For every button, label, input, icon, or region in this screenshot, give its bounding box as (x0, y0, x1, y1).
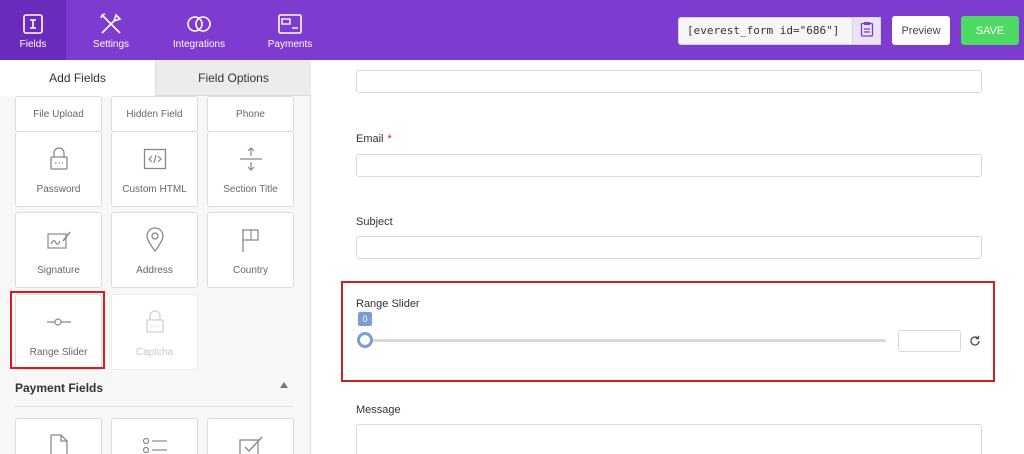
flag-icon (208, 227, 293, 253)
email-field[interactable] (356, 154, 982, 177)
field-captcha[interactable]: Captcha (111, 294, 198, 370)
field-label: File Upload (33, 108, 84, 120)
field-password[interactable]: Password (15, 131, 102, 207)
field-label: Address (136, 265, 173, 276)
field-payment-checkbox[interactable] (207, 418, 294, 454)
code-icon (112, 146, 197, 172)
nav-integrations-label: Integrations (172, 38, 226, 50)
nav-integrations[interactable]: Integrations (162, 0, 236, 60)
shortcode-field[interactable]: [everest_form id="686"] (678, 17, 853, 45)
field-section-title[interactable]: Section Title (207, 131, 294, 207)
rings-icon (184, 11, 214, 37)
field-range-slider[interactable]: Range Slider (15, 294, 102, 370)
range-slider-handle[interactable] (357, 332, 373, 348)
copy-shortcode-button[interactable] (853, 17, 881, 45)
email-label: Email * (356, 133, 392, 145)
range-slider-label: Range Slider (356, 298, 420, 310)
message-field[interactable] (356, 424, 982, 454)
email-label-text: Email (356, 133, 384, 145)
message-label: Message (356, 404, 401, 416)
field-label: Country (232, 265, 268, 276)
field-country[interactable]: Country (207, 212, 294, 288)
field-label: Password (36, 184, 81, 195)
subject-field[interactable] (356, 236, 982, 259)
field-label: Custom HTML (122, 184, 187, 195)
field-label: Range Slider (29, 347, 88, 358)
clipboard-icon (860, 21, 874, 42)
radio-list-icon (112, 433, 197, 454)
field-payment-multiple-choice[interactable] (111, 418, 198, 454)
top-toolbar: Fields Settings Integrations Payments [e… (0, 0, 1024, 60)
fields-icon (18, 11, 48, 37)
field-label: Phone (236, 108, 265, 120)
nav-settings[interactable]: Settings (80, 0, 142, 60)
checkbox-icon (208, 433, 293, 454)
nav-payments-label: Payments (267, 38, 313, 50)
collapse-caret-icon[interactable] (280, 382, 288, 388)
field-label: Hidden Field (126, 108, 183, 120)
nav-settings-label: Settings (92, 38, 130, 50)
subject-label: Subject (356, 216, 393, 228)
save-button[interactable]: SAVE (961, 16, 1019, 45)
lock-icon (16, 146, 101, 172)
payment-fields-heading: Payment Fields (15, 381, 104, 395)
sidebar-tabs: Add Fields Field Options (0, 60, 311, 96)
required-asterisk: * (387, 133, 392, 145)
nav-payments[interactable]: Payments (258, 0, 322, 60)
nav-fields[interactable]: Fields (0, 0, 66, 60)
field-label: Section Title (223, 184, 278, 195)
document-icon (16, 433, 101, 454)
field-label: Captcha (135, 347, 174, 358)
field-address[interactable]: Address (111, 212, 198, 288)
tab-add-fields[interactable]: Add Fields (0, 60, 155, 96)
nav-fields-label: Fields (19, 38, 47, 50)
section-divider-icon (208, 146, 293, 172)
tools-icon (96, 11, 126, 37)
field-signature[interactable]: Signature (15, 212, 102, 288)
tab-field-options[interactable]: Field Options (155, 60, 311, 96)
lock-icon (112, 309, 197, 335)
field-hidden-field[interactable]: Hidden Field (111, 96, 198, 132)
location-pin-icon (112, 227, 197, 253)
range-slider-track[interactable] (364, 339, 886, 342)
reset-icon[interactable] (968, 334, 982, 348)
divider (15, 406, 293, 407)
preview-button[interactable]: Preview (892, 16, 950, 45)
fields-sidebar: Add Fields Field Options File Upload Hid… (0, 60, 311, 454)
field-label: Signature (37, 265, 80, 276)
field-custom-html[interactable]: Custom HTML (111, 131, 198, 207)
text-input[interactable] (356, 70, 982, 93)
range-slider-icon (16, 309, 101, 335)
field-phone[interactable]: Phone (207, 96, 294, 132)
signature-icon (16, 227, 101, 253)
range-value-badge: 0 (358, 312, 372, 326)
range-value-input[interactable] (898, 330, 961, 352)
field-payment-single-item[interactable] (15, 418, 102, 454)
payment-card-icon (275, 11, 305, 37)
field-file-upload[interactable]: File Upload (15, 96, 102, 132)
